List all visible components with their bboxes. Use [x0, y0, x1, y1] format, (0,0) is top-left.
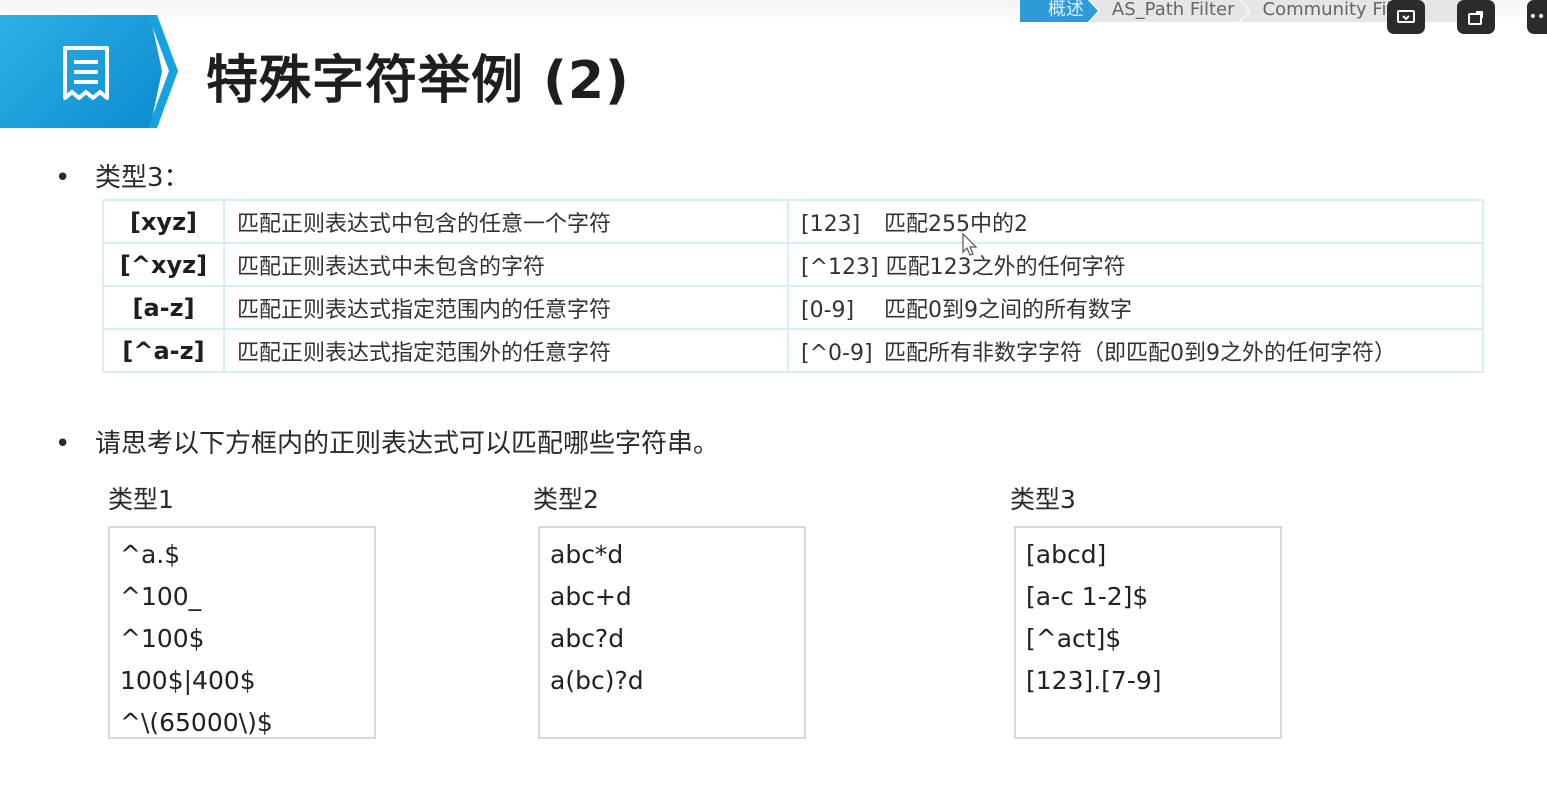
- example-cell: [^0-9] 匹配所有非数字字符（即匹配0到9之外的任何字符）: [787, 328, 1484, 373]
- screen-icon[interactable]: [1387, 0, 1425, 34]
- description-cell: 匹配正则表达式指定范围外的任意字符: [223, 328, 789, 373]
- regex-line: abc*d: [550, 540, 624, 569]
- mouse-cursor-icon: [962, 232, 978, 261]
- example-desc: 匹配255中的2: [884, 211, 1028, 237]
- regex-line: abc?d: [550, 624, 625, 653]
- document-icon: [60, 45, 112, 107]
- pattern-cell: [xyz]: [102, 199, 225, 244]
- crumb-community-filter[interactable]: Community Filter: [1241, 0, 1487, 22]
- example-cell: [123] 匹配255中的2: [787, 199, 1484, 244]
- regex-line: [a-c 1-2]$: [1026, 582, 1149, 611]
- description-cell: 匹配正则表达式指定范围内的任意字符: [223, 285, 789, 330]
- regex-line: ^100_: [120, 582, 202, 611]
- example-code: [123]: [801, 211, 861, 237]
- regex-box-type1: ^a.$ ^100_ ^100$ 100$|400$ ^\(65000\)$: [108, 526, 376, 739]
- crumb-as-path-filter[interactable]: AS_Path Filter: [1090, 0, 1249, 22]
- rotate-icon[interactable]: [1457, 0, 1495, 34]
- regex-line: [^act]$: [1026, 624, 1122, 653]
- box-label-type2: 类型2: [533, 485, 599, 514]
- pattern-cell: [^xyz]: [102, 242, 225, 287]
- table-row: [^a-z] 匹配正则表达式指定范围外的任意字符 [^0-9] 匹配所有非数字字…: [102, 328, 1484, 373]
- crumb-overview[interactable]: 概述: [1020, 0, 1098, 22]
- example-desc: 匹配123之外的任何字符: [885, 254, 1126, 280]
- description-cell: 匹配正则表达式中包含的任意一个字符: [223, 199, 789, 244]
- bullet-dot: •: [55, 429, 71, 459]
- example-code: [^0-9]: [801, 340, 873, 366]
- top-nav-bar: 概述 AS_Path Filter Community Filter: [0, 0, 1547, 22]
- regex-line: ^a.$: [120, 540, 181, 569]
- regex-line: ^100$: [120, 624, 205, 653]
- regex-line: abc+d: [550, 582, 632, 611]
- example-desc: 匹配0到9之间的所有数字: [884, 297, 1132, 323]
- regex-line: [abcd]: [1026, 540, 1107, 569]
- regex-line: a(bc)?d: [550, 666, 644, 695]
- bullet-text: 类型3：: [95, 163, 190, 193]
- bullet-dot: •: [55, 163, 71, 193]
- pattern-cell: [^a-z]: [102, 328, 225, 373]
- bullet-text: 请思考以下方框内的正则表达式可以匹配哪些字符串。: [95, 429, 720, 459]
- example-cell: [^123] 匹配123之外的任何字符: [787, 242, 1484, 287]
- example-cell: [0-9] 匹配0到9之间的所有数字: [787, 285, 1484, 330]
- table-row: [^xyz] 匹配正则表达式中未包含的字符 [^123] 匹配123之外的任何字…: [102, 242, 1484, 287]
- more-icon[interactable]: ••: [1527, 0, 1547, 34]
- page-title: 特殊字符举例 (2): [206, 51, 630, 111]
- regex-box-type2: abc*d abc+d abc?d a(bc)?d: [538, 526, 806, 739]
- bullet-type3: • 类型3：: [55, 157, 190, 194]
- example-code: [0-9]: [801, 297, 855, 323]
- regex-line: ^\(65000\)$: [120, 708, 273, 737]
- regex-line: 100$|400$: [120, 666, 256, 695]
- box-label-type3: 类型3: [1010, 485, 1076, 514]
- table-row: [xyz] 匹配正则表达式中包含的任意一个字符 [123] 匹配255中的2: [102, 199, 1484, 244]
- table-row: [a-z] 匹配正则表达式指定范围内的任意字符 [0-9] 匹配0到9之间的所有…: [102, 285, 1484, 330]
- regex-box-type3: [abcd] [a-c 1-2]$ [^act]$ [123].[7-9]: [1014, 526, 1282, 739]
- pattern-cell: [a-z]: [102, 285, 225, 330]
- example-desc: 匹配所有非数字字符（即匹配0到9之外的任何字符）: [884, 340, 1396, 366]
- example-code: [^123]: [801, 254, 879, 280]
- bullet-question: • 请思考以下方框内的正则表达式可以匹配哪些字符串。: [55, 423, 719, 460]
- regex-line: [123].[7-9]: [1026, 666, 1162, 695]
- regex-table: [xyz] 匹配正则表达式中包含的任意一个字符 [123] 匹配255中的2 […: [102, 199, 1484, 373]
- box-label-type1: 类型1: [108, 485, 174, 514]
- description-cell: 匹配正则表达式中未包含的字符: [223, 242, 789, 287]
